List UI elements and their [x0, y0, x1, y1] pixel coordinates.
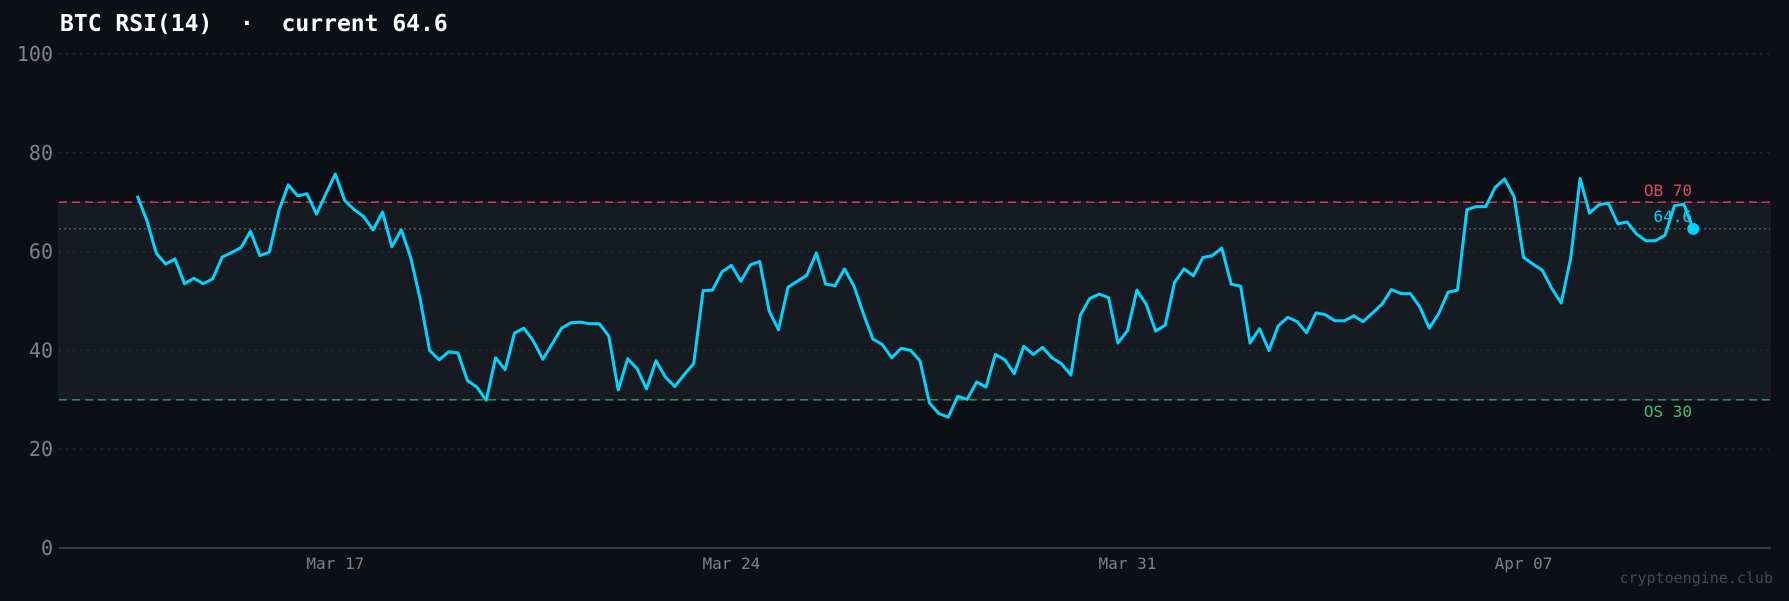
oversold-label: OS 30 — [1644, 402, 1692, 421]
y-tick-label: 100 — [17, 42, 53, 66]
watermark: cryptoengine.club — [1619, 569, 1773, 587]
overbought-label: OB 70 — [1644, 181, 1692, 200]
y-tick-label: 40 — [29, 338, 53, 362]
rsi-chart: 0 20 40 60 80 100 Mar 17 Mar 24 Mar 31 Apr 07 OB… — [17, 42, 1773, 587]
y-tick-label: 60 — [29, 240, 53, 264]
x-tick-label: Apr 07 — [1495, 554, 1553, 573]
y-tick-label: 20 — [29, 437, 53, 461]
x-tick-label: Mar 31 — [1099, 554, 1157, 573]
x-tick-label: Mar 24 — [702, 554, 760, 573]
x-tick-label: Mar 17 — [306, 554, 364, 573]
y-tick-label: 0 — [41, 536, 53, 560]
current-value-label: 64.6 — [1653, 207, 1692, 226]
y-tick-label: 80 — [29, 141, 53, 165]
neutral-band — [58, 201, 1771, 401]
